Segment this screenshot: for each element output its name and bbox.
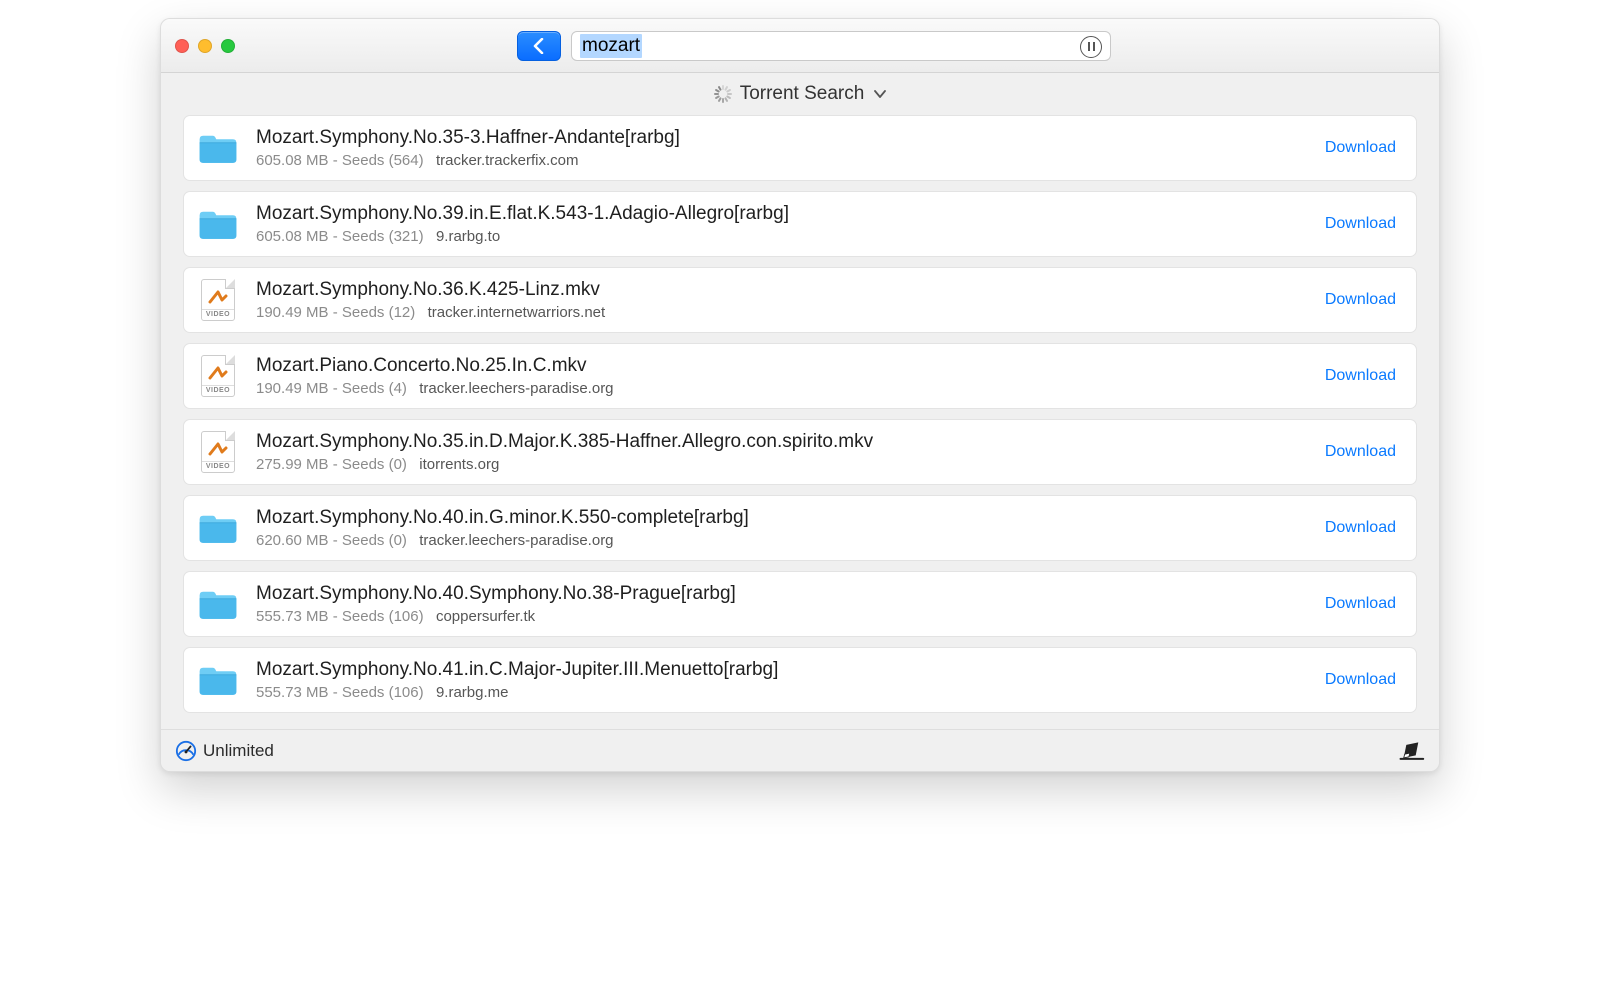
close-window-button[interactable] xyxy=(175,39,189,53)
result-row[interactable]: Mozart.Symphony.No.40.Symphony.No.38-Pra… xyxy=(183,571,1417,637)
results-list: Mozart.Symphony.No.35-3.Haffner-Andante[… xyxy=(161,115,1439,729)
folder-icon xyxy=(197,662,239,698)
back-button[interactable] xyxy=(517,31,561,61)
download-button[interactable]: Download xyxy=(1325,367,1396,385)
result-row[interactable]: Mozart.Symphony.No.39.in.E.flat.K.543-1.… xyxy=(183,191,1417,257)
eraser-icon[interactable] xyxy=(1397,740,1425,762)
result-subline: 190.49 MB - Seeds (4) tracker.leechers-p… xyxy=(256,380,1309,397)
result-subline: 190.49 MB - Seeds (12) tracker.internetw… xyxy=(256,304,1309,321)
result-title: Mozart.Symphony.No.35-3.Haffner-Andante[… xyxy=(256,127,1309,149)
result-subline: 605.08 MB - Seeds (321) 9.rarbg.to xyxy=(256,228,1309,245)
result-subline: 555.73 MB - Seeds (106) 9.rarbg.me xyxy=(256,684,1309,701)
result-title: Mozart.Symphony.No.35.in.D.Major.K.385-H… xyxy=(256,431,1309,453)
folder-icon xyxy=(197,510,239,546)
speed-gauge-icon xyxy=(175,740,197,762)
download-button[interactable]: Download xyxy=(1325,139,1396,157)
result-title: Mozart.Symphony.No.39.in.E.flat.K.543-1.… xyxy=(256,203,1309,225)
video-file-icon: VIDEO xyxy=(201,431,235,473)
loading-spinner-icon xyxy=(714,85,732,103)
folder-icon xyxy=(197,130,239,166)
window-controls xyxy=(175,39,235,53)
result-title: Mozart.Symphony.No.36.K.425-Linz.mkv xyxy=(256,279,1309,301)
app-window: mozart Torrent Search Mozart.Symphony.No… xyxy=(160,18,1440,772)
search-input-value: mozart xyxy=(580,34,642,58)
folder-icon xyxy=(197,586,239,622)
download-button[interactable]: Download xyxy=(1325,671,1396,689)
speed-limit-label[interactable]: Unlimited xyxy=(203,741,274,761)
pause-search-button[interactable] xyxy=(1080,36,1102,58)
download-button[interactable]: Download xyxy=(1325,595,1396,613)
result-row[interactable]: Mozart.Symphony.No.41.in.C.Major-Jupiter… xyxy=(183,647,1417,713)
result-title: Mozart.Symphony.No.40.in.G.minor.K.550-c… xyxy=(256,507,1309,529)
folder-icon xyxy=(197,206,239,242)
minimize-window-button[interactable] xyxy=(198,39,212,53)
download-button[interactable]: Download xyxy=(1325,215,1396,233)
result-title: Mozart.Symphony.No.40.Symphony.No.38-Pra… xyxy=(256,583,1309,605)
section-header[interactable]: Torrent Search xyxy=(161,73,1439,115)
result-row[interactable]: VIDEO Mozart.Symphony.No.35.in.D.Major.K… xyxy=(183,419,1417,485)
section-title: Torrent Search xyxy=(740,83,865,105)
result-row[interactable]: Mozart.Symphony.No.40.in.G.minor.K.550-c… xyxy=(183,495,1417,561)
result-subline: 275.99 MB - Seeds (0) itorrents.org xyxy=(256,456,1309,473)
result-row[interactable]: VIDEO Mozart.Piano.Concerto.No.25.In.C.m… xyxy=(183,343,1417,409)
download-button[interactable]: Download xyxy=(1325,443,1396,461)
chevron-down-icon xyxy=(874,89,886,99)
video-file-icon: VIDEO xyxy=(201,279,235,321)
zoom-window-button[interactable] xyxy=(221,39,235,53)
result-subline: 555.73 MB - Seeds (106) coppersurfer.tk xyxy=(256,608,1309,625)
result-subline: 620.60 MB - Seeds (0) tracker.leechers-p… xyxy=(256,532,1309,549)
result-subline: 605.08 MB - Seeds (564) tracker.trackerf… xyxy=(256,152,1309,169)
chevron-left-icon xyxy=(532,38,546,54)
result-title: Mozart.Piano.Concerto.No.25.In.C.mkv xyxy=(256,355,1309,377)
download-button[interactable]: Download xyxy=(1325,291,1396,309)
status-bar: Unlimited xyxy=(161,729,1439,771)
titlebar: mozart xyxy=(161,19,1439,73)
result-row[interactable]: VIDEO Mozart.Symphony.No.36.K.425-Linz.m… xyxy=(183,267,1417,333)
result-title: Mozart.Symphony.No.41.in.C.Major-Jupiter… xyxy=(256,659,1309,681)
video-file-icon: VIDEO xyxy=(201,355,235,397)
result-row[interactable]: Mozart.Symphony.No.35-3.Haffner-Andante[… xyxy=(183,115,1417,181)
download-button[interactable]: Download xyxy=(1325,519,1396,537)
search-input[interactable]: mozart xyxy=(571,31,1111,61)
